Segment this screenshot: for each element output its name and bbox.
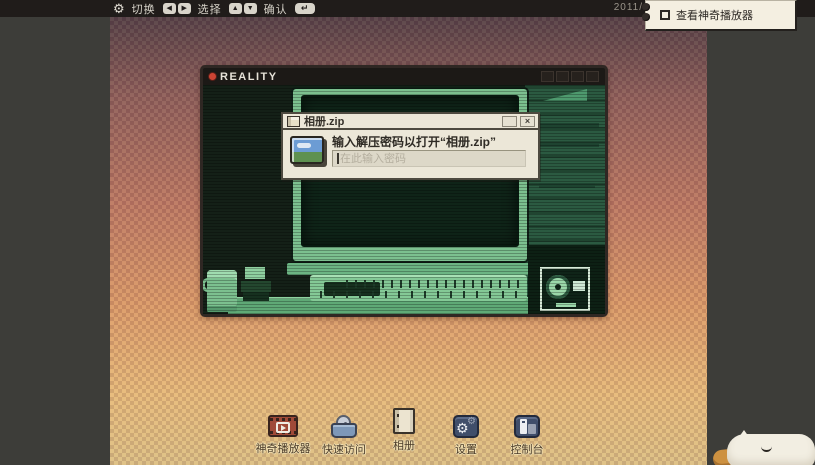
window-control-button[interactable] [556, 71, 569, 82]
desktop-icon-settings[interactable]: ⚙ ⚙ 设置 [434, 415, 498, 457]
dialog-extra-button[interactable] [502, 116, 517, 127]
view-player-label[interactable]: 查看神奇播放器 [676, 7, 753, 23]
scene-cd-hole [555, 284, 561, 290]
bag-icon [331, 415, 357, 438]
view-player-checkbox[interactable] [660, 10, 670, 20]
scene-cd-frame [540, 267, 590, 311]
reality-window: REALITY [200, 65, 608, 317]
gears-icon: ⚙ ⚙ [453, 415, 479, 438]
scene-cd-chip [573, 281, 585, 291]
confirm-key-button[interactable]: ↵ [295, 3, 315, 14]
scene-monitor-chin [287, 263, 533, 275]
scene-shelf-highlight [543, 89, 587, 101]
screen: ⚙ 切换 ◀ ▶ 选择 ▲ ▼ 确认 ↵ 2011/ 查看神奇播放器 REALI… [0, 0, 815, 465]
scene-cd-label [556, 303, 576, 307]
album-book-icon [393, 408, 415, 434]
play-triangle [281, 425, 286, 431]
dialog-titlebar: 相册.zip × [283, 114, 538, 130]
switch-next-button[interactable]: ▶ [178, 3, 191, 14]
select-down-button[interactable]: ▼ [244, 3, 257, 14]
desktop-icon-magic-player[interactable]: 神奇播放器 [251, 415, 315, 456]
zip-file-icon [287, 116, 300, 127]
password-dialog: 相册.zip × 输入解压密码以打开“相册.zip” [281, 112, 540, 180]
scene-shelf-line [533, 143, 599, 147]
icon-label: 神奇播放器 [251, 440, 315, 456]
scene-shelf-line [533, 123, 599, 129]
icon-label: 设置 [434, 441, 498, 457]
film-perforations [270, 418, 296, 421]
switch-prev-button[interactable]: ◀ [163, 3, 176, 14]
pinned-note-popup: 查看神奇播放器 [645, 0, 797, 31]
password-input[interactable] [340, 151, 524, 166]
console-icon [514, 415, 540, 438]
dialog-close-button[interactable]: × [520, 116, 535, 127]
sleeping-cat-mascot [705, 432, 815, 465]
scene-shelf-line [539, 183, 595, 188]
dialog-body: 输入解压密码以打开“相册.zip” [283, 130, 538, 178]
dialog-title: 相册.zip [304, 113, 344, 129]
scene-small-box [245, 267, 265, 279]
reality-titlebar: REALITY [203, 68, 605, 85]
photo-cloud [297, 143, 311, 148]
window-control-button[interactable] [571, 71, 584, 82]
password-input-wrap [332, 150, 526, 167]
scene-box-stack [241, 281, 271, 292]
letterbox-left [0, 17, 110, 465]
film-player-icon [268, 415, 298, 437]
text-caret [337, 153, 339, 164]
book-hinge [397, 414, 399, 417]
switch-label: 切换 [132, 1, 156, 17]
gear-small: ⚙ [467, 417, 476, 427]
pin-icon [642, 3, 650, 11]
record-dot-icon [208, 72, 217, 81]
photo-thumbnail-icon [290, 136, 324, 164]
select-label: 选择 [198, 1, 222, 17]
book-hinge [397, 425, 399, 428]
reality-title: REALITY [220, 71, 278, 83]
scene-box-stack [243, 292, 269, 301]
confirm-label: 确认 [264, 1, 288, 17]
date-text: 2011/ [614, 2, 643, 13]
scene-keys-row [346, 280, 522, 288]
cat-ear [739, 430, 749, 437]
icon-label: 快速访问 [312, 441, 376, 457]
play-icon [276, 422, 290, 433]
desktop-icon-album[interactable]: 相册 [372, 408, 436, 453]
dialog-message: 输入解压密码以打开“相册.zip” [332, 133, 496, 150]
pin-icon [642, 13, 650, 21]
icon-label: 控制台 [495, 441, 559, 457]
scene-keys-row [320, 291, 520, 298]
scene-keyboard [310, 275, 527, 301]
desktop-icon-quick-access[interactable]: 快速访问 [312, 415, 376, 457]
select-up-button[interactable]: ▲ [229, 3, 242, 14]
window-control-button[interactable] [586, 71, 599, 82]
scene-mug-handle [203, 278, 210, 292]
console-pad [528, 424, 536, 434]
letterbox-right [707, 17, 815, 465]
desktop-icon-console[interactable]: 控制台 [495, 415, 559, 457]
scene-cd-device [528, 245, 605, 314]
window-control-button[interactable] [541, 71, 554, 82]
scene-mug [207, 270, 237, 312]
gear-icon[interactable]: ⚙ [113, 2, 125, 15]
icon-label: 相册 [372, 437, 436, 453]
console-slot [522, 421, 525, 423]
bag-body [331, 423, 357, 438]
